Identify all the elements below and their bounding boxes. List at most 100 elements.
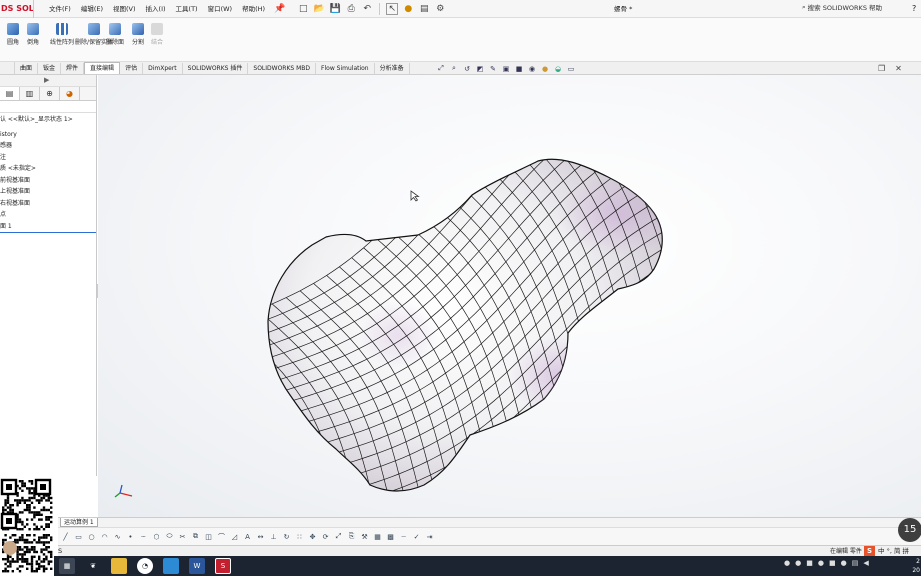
display-manager-tab-icon[interactable]: ◕ bbox=[60, 87, 80, 100]
merge-button[interactable]: 结合 bbox=[151, 23, 163, 46]
view-orientation-icon[interactable]: ▣ bbox=[501, 64, 511, 73]
sketch-chamfer-icon[interactable]: ◿ bbox=[230, 532, 239, 541]
sketch-spline-icon[interactable]: ∿ bbox=[113, 532, 122, 541]
expand-arrow-icon[interactable]: ▶ bbox=[44, 76, 49, 84]
tree-front-plane[interactable]: 前视基准面 bbox=[0, 175, 96, 187]
tab-solidworks-mbd[interactable]: SOLIDWORKS MBD bbox=[248, 62, 317, 74]
sketch-copy-icon[interactable]: ⎘ bbox=[347, 532, 356, 541]
tree-material[interactable]: 质 <未指定> bbox=[0, 163, 96, 175]
close-window-icon[interactable]: ✕ bbox=[895, 64, 902, 73]
tab-flow-simulation[interactable]: Flow Simulation bbox=[316, 62, 375, 74]
sketch-relation-icon[interactable]: ⊥ bbox=[269, 532, 278, 541]
sketch-fillet-icon[interactable]: ⌒ bbox=[217, 532, 226, 541]
taskbar-clock[interactable]: 2 20 bbox=[900, 557, 920, 575]
zoom-to-fit-icon[interactable]: ⤢ bbox=[436, 64, 446, 73]
sketch-check-icon[interactable]: ✓ bbox=[412, 532, 421, 541]
sketch-exit-icon[interactable]: ⇥ bbox=[425, 532, 434, 541]
tab-weldments[interactable]: 焊件 bbox=[61, 62, 85, 74]
sketch-centerline-icon[interactable]: ┄ bbox=[139, 532, 148, 541]
tab-analysis-prep[interactable]: 分析准备 bbox=[375, 62, 410, 74]
delete-face-button[interactable]: 删除面 bbox=[106, 23, 124, 46]
sketch-arc-icon[interactable]: ◠ bbox=[100, 532, 109, 541]
hide-show-icon[interactable]: ◉ bbox=[527, 64, 537, 73]
bird-app-icon[interactable]: ❦ bbox=[85, 558, 101, 574]
tray-app-icon-1[interactable]: ● bbox=[784, 559, 790, 567]
help-button[interactable]: ? bbox=[912, 0, 916, 18]
sketch-construction-icon[interactable]: ┈ bbox=[399, 532, 408, 541]
tray-app-icon-6[interactable]: ● bbox=[841, 559, 847, 567]
select-cursor-icon[interactable]: ↖ bbox=[386, 2, 399, 15]
tree-right-plane[interactable]: 右视基准面 bbox=[0, 198, 96, 210]
undo-icon[interactable]: ↶ bbox=[361, 3, 373, 15]
options-gear-icon[interactable]: ⚙ bbox=[434, 3, 446, 15]
sketch-grid-icon[interactable]: ▩ bbox=[386, 532, 395, 541]
tree-sensors[interactable]: 感器 bbox=[0, 140, 96, 152]
chamfer-button[interactable]: 倒角 bbox=[27, 23, 39, 46]
feature-tree-tab-icon[interactable]: ▤ bbox=[0, 87, 20, 100]
sketch-rotate-icon[interactable]: ⟳ bbox=[321, 532, 330, 541]
file-explorer-icon[interactable] bbox=[111, 558, 127, 574]
apply-scene-icon[interactable]: ◒ bbox=[553, 64, 563, 73]
print-icon[interactable]: ⎙ bbox=[345, 3, 357, 15]
sketch-dimension-icon[interactable]: ↔ bbox=[256, 532, 265, 541]
tree-top-plane[interactable]: 上视基准面 bbox=[0, 186, 96, 198]
browser-icon[interactable]: ◔ bbox=[137, 558, 153, 574]
tree-root-config[interactable]: 认 <<默认>_显示状态 1> bbox=[0, 114, 96, 126]
open-folder-icon[interactable]: 📂 bbox=[313, 3, 325, 15]
sketch-pattern-icon[interactable]: ∷ bbox=[295, 532, 304, 541]
menu-window[interactable]: 窗口(W) bbox=[203, 0, 238, 18]
linear-pattern-button[interactable]: 线性阵列 bbox=[50, 23, 74, 46]
zoom-area-icon[interactable]: ⌕ bbox=[449, 64, 459, 73]
tab-solidworks-addins[interactable]: SOLIDWORKS 插件 bbox=[183, 62, 249, 74]
display-style-icon[interactable]: ■ bbox=[514, 64, 524, 73]
tab-motion-study[interactable]: 运动算例 1 bbox=[60, 518, 98, 527]
calculator-icon[interactable]: ▦ bbox=[59, 558, 75, 574]
tray-app-icon-2[interactable]: ● bbox=[795, 559, 801, 567]
tab-direct-editing[interactable]: 直接编辑 bbox=[84, 62, 121, 74]
sketch-convert-icon[interactable]: ↻ bbox=[282, 532, 291, 541]
tree-annotations[interactable]: 注 bbox=[0, 152, 96, 164]
sketch-trim-icon[interactable]: ✂ bbox=[178, 532, 187, 541]
sketch-blocks-icon[interactable]: ▦ bbox=[373, 532, 382, 541]
word-icon[interactable]: W bbox=[189, 558, 205, 574]
property-manager-tab-icon[interactable]: ▥ bbox=[20, 87, 40, 100]
pin-icon[interactable]: 📌 bbox=[274, 4, 285, 14]
menu-view[interactable]: 视图(V) bbox=[108, 0, 141, 18]
split-button[interactable]: 分割 bbox=[132, 23, 144, 46]
menu-edit[interactable]: 编辑(E) bbox=[76, 0, 108, 18]
edit-appearance-icon[interactable]: ● bbox=[540, 64, 550, 73]
menu-insert[interactable]: 插入(I) bbox=[141, 0, 171, 18]
save-icon[interactable]: 💾 bbox=[329, 3, 341, 15]
sketch-mirror-icon[interactable]: ◫ bbox=[204, 532, 213, 541]
previous-view-icon[interactable]: ↺ bbox=[462, 64, 472, 73]
tab-sheet-metal[interactable]: 钣金 bbox=[38, 62, 62, 74]
sketch-polygon-icon[interactable]: ⬡ bbox=[152, 532, 161, 541]
dynamic-annotation-icon[interactable]: ✎ bbox=[488, 64, 498, 73]
sketch-move-icon[interactable]: ✥ bbox=[308, 532, 317, 541]
sketch-scale-icon[interactable]: ⤢ bbox=[334, 532, 343, 541]
sketch-offset-icon[interactable]: ⧉ bbox=[191, 532, 200, 541]
help-search[interactable]: ⌕ 搜索 SOLIDWORKS 帮助 bbox=[802, 2, 882, 13]
tray-app-icon-4[interactable]: ● bbox=[818, 559, 824, 567]
sketch-rectangle-icon[interactable]: ▭ bbox=[74, 532, 83, 541]
sketch-slot-icon[interactable]: ⬭ bbox=[165, 532, 174, 541]
tree-origin[interactable]: 点 bbox=[0, 209, 96, 221]
rebuild-icon[interactable]: ● bbox=[402, 3, 414, 15]
menu-tools[interactable]: 工具(T) bbox=[171, 0, 203, 18]
sketch-line-icon[interactable]: ╱ bbox=[61, 532, 70, 541]
fillet-button[interactable]: 圆角 bbox=[7, 23, 19, 46]
surface-mesh-model[interactable] bbox=[98, 75, 921, 517]
tab-surfaces[interactable]: 曲面 bbox=[15, 62, 39, 74]
config-manager-tab-icon[interactable]: ⊕ bbox=[40, 87, 60, 100]
view-settings-icon[interactable]: ▭ bbox=[566, 64, 576, 73]
sketch-point-icon[interactable]: • bbox=[126, 532, 135, 541]
new-document-icon[interactable]: □ bbox=[297, 3, 309, 15]
sketch-text-icon[interactable]: A bbox=[243, 532, 252, 541]
sketch-repair-icon[interactable]: ⚒ bbox=[360, 532, 369, 541]
network-icon[interactable]: ▤ bbox=[852, 559, 859, 567]
graphics-viewport[interactable] bbox=[98, 75, 921, 517]
tree-filter[interactable] bbox=[0, 101, 96, 113]
rollback-bar[interactable] bbox=[0, 232, 96, 233]
file-properties-icon[interactable]: ▤ bbox=[418, 3, 430, 15]
menu-file[interactable]: 文件(F) bbox=[44, 0, 76, 18]
